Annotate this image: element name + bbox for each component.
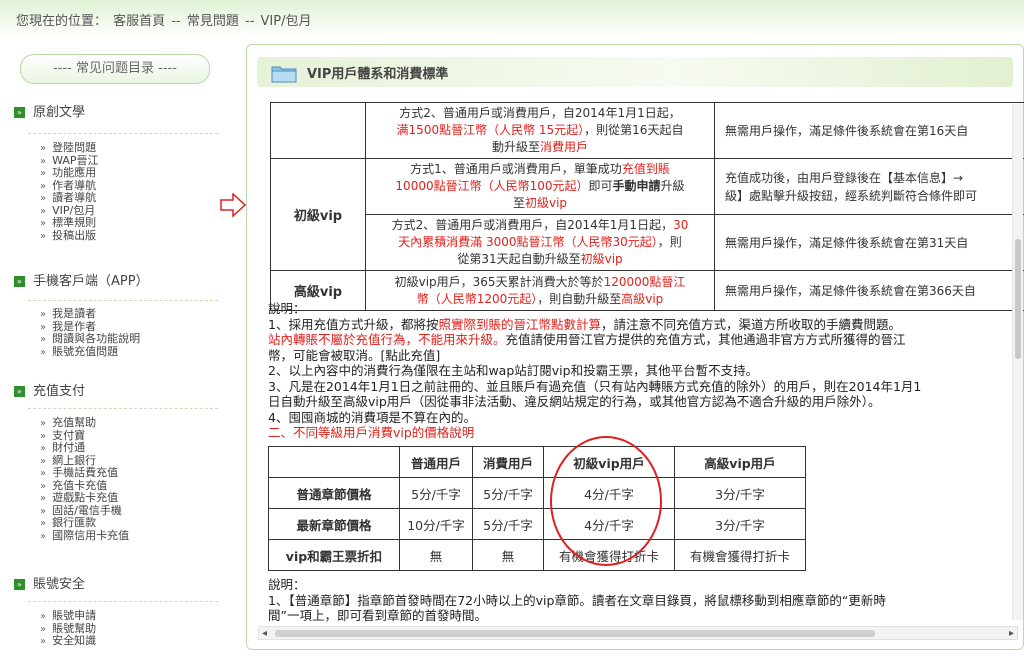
operation-cell: 無需用戶操作，滿足條件後系統會在第16天自 [715,103,1024,159]
category-recharge-payment[interactable]: »充值支付 [14,380,85,399]
link-list-original-literature: 登陸問題 WAP晉江 功能應用 作者導航 讀者導航 VIP/包月 標準規則 投稿… [40,142,99,242]
link-list-recharge-payment: 充值幫助 支付寶 財付通 網上銀行 手機話費充值 充值卡充值 遊戲點卡充值 固話… [40,417,129,542]
sidebar-link[interactable]: 標準規則 [40,217,99,230]
table-header-cell [269,447,400,478]
scroll-right-icon[interactable]: ▸ [1009,627,1014,641]
sidebar-link[interactable]: 手機話費充值 [40,467,129,480]
table-cell: vip和霸王票折扣 [269,540,400,571]
table-row: 最新章節價格 10分/千字 5分/千字 4分/千字 3分/千字 [269,509,806,540]
level-cell [271,103,366,159]
table-cell: 5分/千字 [473,478,544,509]
category-mobile-app[interactable]: »手機客戶端（APP） [14,270,149,289]
table-row: 方式2、普通用戶或消費用戶，自2014年1月1日起，30 天內累積消費滿 300… [271,215,1024,271]
divider [28,601,218,602]
sidebar: ---- 常见问题目录 ---- »原創文學 登陸問題 WAP晉江 功能應用 作… [0,48,232,648]
vertical-scrollbar[interactable] [1012,104,1023,620]
divider [28,300,218,301]
condition-cell: 方式2、普通用戶或消費用戶，自2014年1月1日起，30 天內累積消費滿 300… [366,215,715,271]
notes-section-2: 說明： 1、【普通章節】指章節首發時間在72小時以上的vip章節。讀者在文章目錄… [268,577,1020,624]
breadcrumb-prefix: 您現在的位置： [16,14,107,29]
table-row: 普通章節價格 5分/千字 5分/千字 4分/千字 3分/千字 [269,478,806,509]
sidebar-link[interactable]: 我是讀者 [40,308,140,321]
panel-title: VIP用戶體系和消費標準 [307,63,448,82]
sidebar-link[interactable]: 銀行匯款 [40,517,129,530]
divider [28,133,218,134]
table-header-cell: 普通用戶 [400,447,473,478]
category-bullet-icon: » [14,386,25,397]
condition-cell: 方式2、普通用戶或消費用戶，自2014年1月1日起， 满1500點晉江幣（人民幣… [366,103,715,159]
category-account-security[interactable]: »賬號安全 [14,573,85,592]
table-row: 初級vip 方式1、普通用戶或消費用戶，單筆成功充值到賬 10000點晉江幣（人… [271,159,1024,215]
sidebar-link[interactable]: 賬號申請 [40,610,96,623]
sidebar-link[interactable]: 登陸問題 [40,142,99,155]
folder-icon [271,63,297,83]
table-cell: 3分/千字 [675,478,806,509]
table-cell: 無 [473,540,544,571]
sidebar-link[interactable]: 讀者導航 [40,192,99,205]
table-cell: 10分/千字 [400,509,473,540]
table-cell: 最新章節價格 [269,509,400,540]
table-cell: 有機會獲得打折卡 [675,540,806,571]
breadcrumb-separator: -- [171,14,180,29]
table-row: 方式2、普通用戶或消費用戶，自2014年1月1日起， 满1500點晉江幣（人民幣… [271,103,1024,159]
condition-cell: 方式1、普通用戶或消費用戶，單筆成功充值到賬 10000點晉江幣（人民幣100元… [366,159,715,215]
level-cell: 初級vip [271,159,366,271]
table-cell: 3分/千字 [675,509,806,540]
table-cell: 普通章節價格 [269,478,400,509]
horizontal-scrollbar[interactable]: ◂ ▸ [258,626,1018,640]
sidebar-link[interactable]: 遊戲點卡充值 [40,492,129,505]
breadcrumb-current: VIP/包月 [261,14,312,29]
divider [28,408,218,409]
operation-cell: 充值成功後，由用戶登錄後在【基本信息】→ 級】處點擊升級按鈕，經系統判斷符合條件… [715,159,1024,215]
section-heading: 二、不同等級用戶消費vip的價格說明 [268,425,1020,441]
table-header-cell: 高級vip用戶 [675,447,806,478]
notes-section: 說明： 1、採用充值方式升級，都將按照實際到賬的晉江幣點數計算，請注意不同充值方… [268,301,1020,441]
top-bar: 您現在的位置： 客服首頁 -- 常見問題 -- VIP/包月 [0,0,1024,38]
category-original-literature[interactable]: »原創文學 [14,101,85,120]
scroll-left-icon[interactable]: ◂ [262,627,267,641]
category-bullet-icon: » [14,276,25,287]
table-cell: 5分/千字 [473,509,544,540]
link-list-account-security: 賬號申請 賬號幫助 安全知識 [40,610,96,648]
category-bullet-icon: » [14,579,25,590]
sidebar-link[interactable]: 投稿出版 [40,230,99,243]
table-header-cell: 消費用戶 [473,447,544,478]
table-header-row: 普通用戶 消費用戶 初級vip用戶 高級vip用戶 [269,447,806,478]
category-bullet-icon: » [14,107,25,118]
sidebar-link[interactable]: 賬號充值問題 [40,346,140,359]
highlight-circle [550,436,662,566]
vip-level-table: 方式2、普通用戶或消費用戶，自2014年1月1日起， 满1500點晉江幣（人民幣… [270,102,1024,311]
sidebar-link[interactable]: 安全知識 [40,635,96,648]
price-table: 普通用戶 消費用戶 初級vip用戶 高級vip用戶 普通章節價格 5分/千字 5… [268,446,806,571]
table-cell: 無 [400,540,473,571]
sidebar-link[interactable]: 充值幫助 [40,417,129,430]
panel-header: VIP用戶體系和消費標準 [257,57,1013,87]
breadcrumb: 您現在的位置： 客服首頁 -- 常見問題 -- VIP/包月 [16,10,313,29]
recharge-link[interactable]: 點此充值 [385,348,435,363]
sidebar-link[interactable]: 功能應用 [40,167,99,180]
sidebar-title: ---- 常见问题目录 ---- [20,54,210,84]
operation-cell: 無需用戶操作，滿足條件後系統會在第31天自 [715,215,1024,271]
sidebar-link[interactable]: 國際信用卡充值 [40,530,129,543]
breadcrumb-home-link[interactable]: 客服首頁 [113,14,165,29]
breadcrumb-faq-link[interactable]: 常見問題 [187,14,239,29]
link-list-mobile-app: 我是讀者 我是作者 閱讀與各功能說明 賬號充值問題 [40,308,140,358]
sidebar-link[interactable]: 閱讀與各功能說明 [40,333,140,346]
arrow-right-icon [220,193,246,217]
scrollbar-thumb[interactable] [275,630,875,637]
breadcrumb-separator: -- [245,14,254,29]
sidebar-link[interactable]: 財付通 [40,442,129,455]
scrollbar-thumb[interactable] [1015,239,1021,359]
table-cell: 5分/千字 [400,478,473,509]
table-row: vip和霸王票折扣 無 無 有機會獲得打折卡 有機會獲得打折卡 [269,540,806,571]
